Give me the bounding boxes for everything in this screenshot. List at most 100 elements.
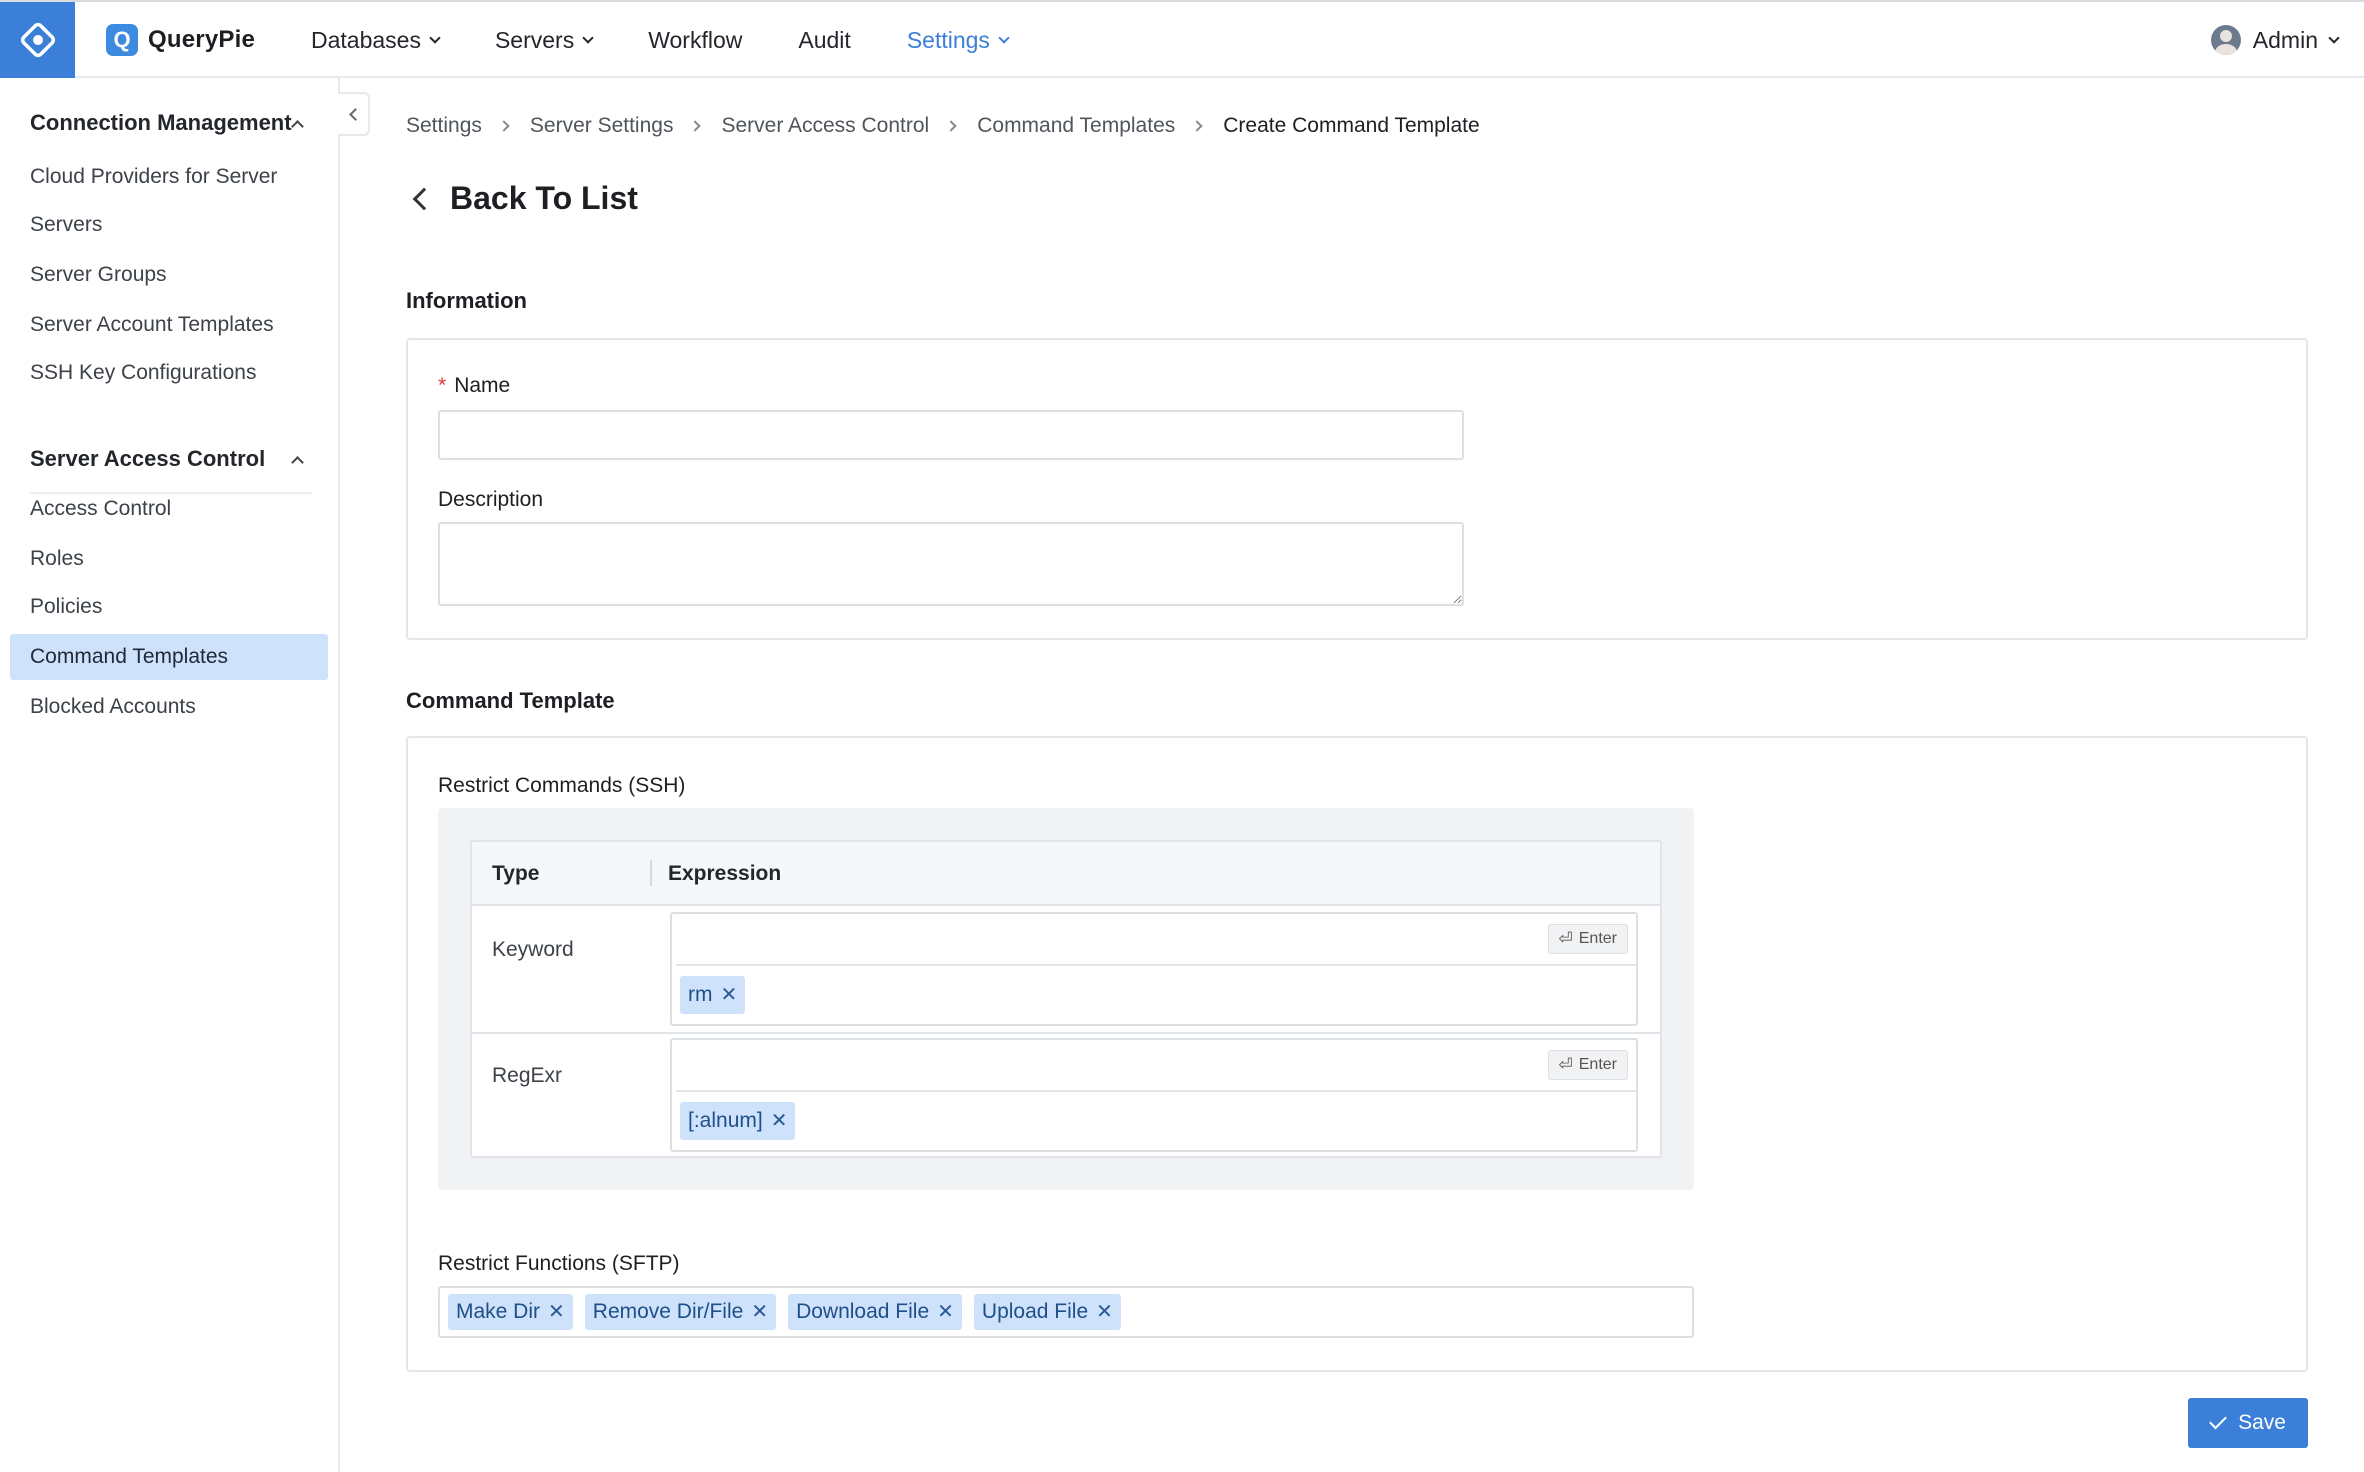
- nav-databases[interactable]: Databases: [311, 27, 441, 54]
- chevron-down-icon: [2328, 31, 2340, 44]
- breadcrumb-current: Create Command Template: [1223, 114, 1480, 137]
- row-divider: [472, 1032, 1660, 1034]
- back-to-list-button[interactable]: Back To List: [410, 180, 638, 217]
- description-textarea[interactable]: [438, 522, 1464, 606]
- breadcrumb-command-templates[interactable]: Command Templates: [977, 114, 1175, 138]
- keyword-expression-field: ⏎ Enter rm ✕: [670, 912, 1638, 1026]
- enter-label: Enter: [1578, 1056, 1617, 1073]
- chevron-down-icon: [429, 31, 441, 44]
- sidebar-item-roles[interactable]: Roles: [10, 536, 328, 582]
- sidebar-item-policies[interactable]: Policies: [10, 584, 328, 630]
- name-label-text: Name: [454, 374, 511, 397]
- nav-workflow-label: Workflow: [648, 26, 743, 53]
- close-icon[interactable]: ✕: [1096, 1302, 1113, 1322]
- sidebar-item-label: Roles: [30, 547, 84, 570]
- restrict-commands-table: Type Expression Keyword ⏎ Enter rm ✕ Reg…: [470, 840, 1662, 1158]
- sidebar-item-label: Server Account Templates: [30, 313, 274, 336]
- sidebar-group-connection-management[interactable]: Connection Management: [30, 110, 306, 136]
- close-icon[interactable]: ✕: [721, 985, 738, 1005]
- sidebar-item-label: Command Templates: [30, 645, 229, 668]
- keyword-tag: rm ✕: [680, 976, 746, 1014]
- user-menu[interactable]: Admin: [2210, 2, 2340, 78]
- chevron-down-icon: [998, 31, 1010, 44]
- chevron-right-icon: [498, 120, 510, 132]
- tag-label: Upload File: [981, 1300, 1089, 1323]
- breadcrumb-settings[interactable]: Settings: [406, 114, 482, 138]
- querypie-logo[interactable]: Q QueryPie: [106, 24, 255, 56]
- app-name: QueryPie: [148, 26, 255, 53]
- nav-settings-label: Settings: [906, 26, 990, 53]
- tag-label: Make Dir: [456, 1300, 541, 1323]
- check-icon: [2209, 1411, 2227, 1430]
- sidebar-item-label: Blocked Accounts: [30, 695, 196, 718]
- restrict-functions-label: Restrict Functions (SFTP): [438, 1252, 680, 1275]
- column-header-expression: Expression: [668, 862, 782, 885]
- information-section-title: Information: [406, 288, 527, 313]
- restrict-functions-select[interactable]: Make Dir ✕ Remove Dir/File ✕ Download Fi…: [438, 1286, 1694, 1338]
- save-button[interactable]: Save: [2188, 1398, 2308, 1448]
- keyword-expression-input[interactable]: [676, 914, 1636, 966]
- enter-icon: ⏎: [1558, 929, 1573, 948]
- user-name: Admin: [2252, 26, 2318, 53]
- sftp-tag-make-dir: Make Dir ✕: [448, 1294, 573, 1330]
- close-icon[interactable]: ✕: [771, 1111, 788, 1131]
- description-label: Description: [438, 488, 544, 511]
- home-button[interactable]: [0, 2, 75, 78]
- regexr-expression-input[interactable]: [676, 1040, 1636, 1092]
- page-title: Back To List: [450, 180, 638, 216]
- regexr-enter-button[interactable]: ⏎ Enter: [1547, 1050, 1628, 1080]
- sidebar: Connection Management Cloud Providers fo…: [0, 78, 340, 1472]
- sftp-tag-remove-dir-file: Remove Dir/File ✕: [584, 1294, 777, 1330]
- nav-audit-label: Audit: [798, 26, 851, 53]
- chevron-left-icon: [348, 107, 362, 121]
- sidebar-item-servers[interactable]: Servers: [10, 202, 328, 248]
- sidebar-item-blocked-accounts[interactable]: Blocked Accounts: [10, 684, 328, 730]
- sidebar-item-label: Server Groups: [30, 263, 167, 286]
- sidebar-item-cloud-providers[interactable]: Cloud Providers for Server: [10, 154, 328, 200]
- sidebar-group-server-access-control[interactable]: Server Access Control: [30, 446, 306, 472]
- keyword-enter-button[interactable]: ⏎ Enter: [1547, 924, 1628, 954]
- sidebar-item-server-groups[interactable]: Server Groups: [10, 252, 328, 298]
- sidebar-item-ssh-key-configurations[interactable]: SSH Key Configurations: [10, 350, 328, 396]
- nav-workflow[interactable]: Workflow: [648, 27, 742, 54]
- tag-label: Download File: [796, 1300, 930, 1323]
- close-icon[interactable]: ✕: [751, 1302, 768, 1322]
- app-icon: [20, 22, 55, 58]
- command-template-section-title: Command Template: [406, 688, 615, 713]
- sidebar-item-label: Access Control: [30, 497, 172, 520]
- enter-label: Enter: [1578, 930, 1617, 947]
- nav-settings[interactable]: Settings: [906, 26, 1010, 54]
- chevron-up-icon: [291, 119, 304, 133]
- breadcrumb-server-access-control[interactable]: Server Access Control: [721, 114, 929, 138]
- chevron-right-icon: [945, 120, 957, 132]
- sidebar-item-access-control[interactable]: Access Control: [10, 486, 328, 532]
- breadcrumb-server-settings[interactable]: Server Settings: [530, 114, 674, 138]
- nav-audit[interactable]: Audit: [798, 27, 850, 54]
- chevron-up-icon: [291, 455, 304, 469]
- nav-servers-label: Servers: [494, 26, 575, 53]
- row-type-regexr: RegExr: [492, 1064, 563, 1087]
- sidebar-item-command-templates[interactable]: Command Templates: [10, 634, 328, 680]
- table-header: Type Expression: [472, 842, 1660, 906]
- row-type-keyword: Keyword: [492, 938, 574, 961]
- sftp-tag-upload-file: Upload File ✕: [973, 1294, 1121, 1330]
- breadcrumb: Settings Server Settings Server Access C…: [406, 114, 1480, 138]
- name-input[interactable]: [438, 410, 1464, 460]
- enter-icon: ⏎: [1558, 1055, 1573, 1074]
- close-icon[interactable]: ✕: [937, 1302, 954, 1322]
- chevron-down-icon: [582, 31, 594, 44]
- sftp-tag-download-file: Download File ✕: [788, 1294, 962, 1330]
- sidebar-collapse-button[interactable]: [338, 92, 370, 136]
- restrict-commands-label: Restrict Commands (SSH): [438, 774, 686, 797]
- querypie-logo-icon: Q: [106, 24, 138, 56]
- chevron-right-icon: [1191, 120, 1203, 132]
- regexr-tag: [:alnum] ✕: [680, 1102, 796, 1140]
- save-label: Save: [2238, 1411, 2286, 1434]
- nav-servers[interactable]: Servers: [494, 26, 594, 54]
- top-nav: Q QueryPie Databases Servers Workflow Au…: [0, 0, 2364, 78]
- sidebar-item-server-account-templates[interactable]: Server Account Templates: [10, 302, 328, 348]
- sidebar-item-label: SSH Key Configurations: [30, 361, 257, 384]
- tag-label: Remove Dir/File: [592, 1300, 744, 1323]
- sidebar-group-title: Server Access Control: [30, 446, 266, 471]
- close-icon[interactable]: ✕: [548, 1302, 565, 1322]
